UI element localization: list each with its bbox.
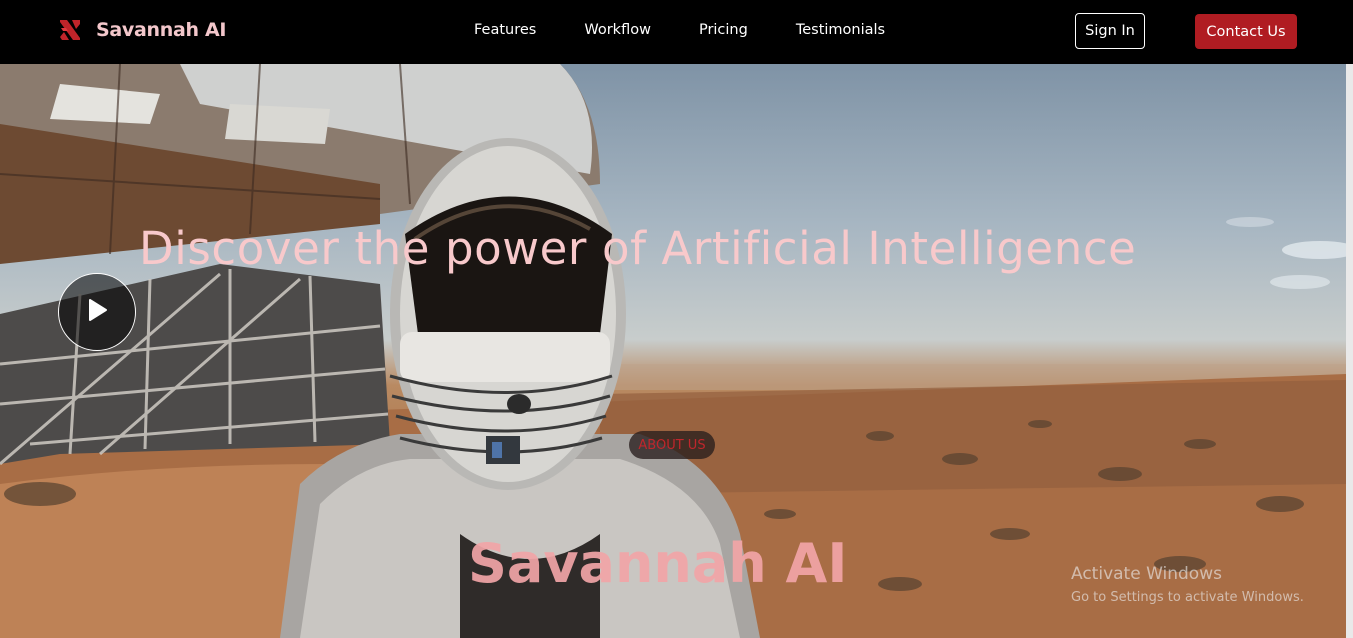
- hero-heading: Discover the power of Artificial Intelli…: [139, 222, 1137, 275]
- about-us-badge: ABOUT US: [629, 431, 715, 459]
- hero-section: Discover the power of Artificial Intelli…: [0, 64, 1346, 638]
- play-video-button[interactable]: [58, 273, 136, 351]
- brand[interactable]: Savannah AI: [58, 18, 227, 42]
- windows-activation-watermark: Activate Windows Go to Settings to activ…: [1071, 564, 1304, 605]
- contact-us-button[interactable]: Contact Us: [1195, 14, 1297, 49]
- page-scrollbar[interactable]: [1346, 64, 1353, 638]
- watermark-subtitle: Go to Settings to activate Windows.: [1071, 590, 1304, 605]
- sign-in-button[interactable]: Sign In: [1075, 13, 1145, 49]
- main-nav: Features Workflow Pricing Testimonials: [474, 22, 885, 38]
- red-x-logo-icon: [58, 18, 82, 42]
- nav-link-features[interactable]: Features: [474, 22, 536, 38]
- top-navbar: Savannah AI Features Workflow Pricing Te…: [0, 0, 1353, 64]
- watermark-title: Activate Windows: [1071, 564, 1222, 584]
- nav-link-testimonials[interactable]: Testimonials: [796, 22, 885, 38]
- nav-link-workflow[interactable]: Workflow: [584, 22, 651, 38]
- play-icon: [85, 298, 109, 327]
- nav-link-pricing[interactable]: Pricing: [699, 22, 748, 38]
- about-section-title: Savannah AI: [468, 532, 848, 595]
- brand-name: Savannah AI: [96, 19, 227, 41]
